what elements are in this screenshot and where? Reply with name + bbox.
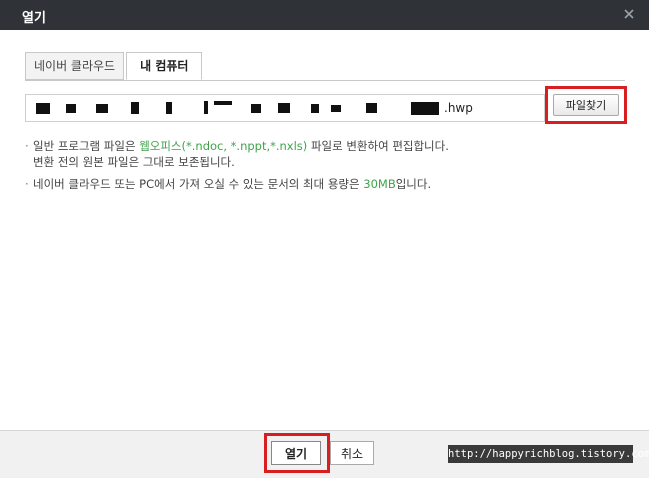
dialog-titlebar: 열기 bbox=[0, 0, 649, 30]
blog-watermark: http://happyrichblog.tistory.com bbox=[448, 445, 649, 463]
find-file-button[interactable]: 파일찾기 bbox=[553, 94, 619, 116]
source-tabs: 네이버 클라우드 내 컴퓨터 bbox=[25, 52, 203, 80]
info-notes: · 일반 프로그램 파일은 웹오피스(*.ndoc, *.nppt,*.nxls… bbox=[25, 138, 625, 198]
file-path-field[interactable]: .hwp bbox=[25, 94, 545, 122]
info-item-conversion: · 일반 프로그램 파일은 웹오피스(*.ndoc, *.nppt,*.nxls… bbox=[25, 139, 449, 169]
file-select-row: .hwp 파일찾기 bbox=[25, 86, 627, 124]
bullet-icon: · bbox=[25, 177, 29, 191]
dialog-title: 열기 bbox=[22, 11, 46, 26]
max-size-value: 30MB bbox=[363, 177, 396, 191]
annotation-highlight-open: 열기 bbox=[264, 433, 330, 473]
file-extension: .hwp bbox=[444, 101, 473, 115]
tab-my-computer[interactable]: 내 컴퓨터 bbox=[126, 52, 203, 80]
dialog-footer: 열기 취소 http://happyrichblog.tistory.com bbox=[0, 430, 649, 478]
weboffice-formats: 웹오피스(*.ndoc, *.nppt,*.nxls) bbox=[139, 139, 308, 153]
dialog-body: 네이버 클라우드 내 컴퓨터 .hwp 파일찾기 · 일반 프로그램 파일은 웹… bbox=[0, 30, 649, 430]
cancel-button[interactable]: 취소 bbox=[330, 441, 374, 465]
close-icon[interactable] bbox=[621, 6, 637, 22]
tab-divider bbox=[25, 80, 625, 81]
info-item-max-size: · 네이버 클라우드 또는 PC에서 가져 오실 수 있는 문서의 최대 용량은… bbox=[25, 177, 432, 191]
annotation-highlight-find: 파일찾기 bbox=[545, 86, 627, 124]
bullet-icon: · bbox=[25, 139, 29, 153]
tab-naver-cloud[interactable]: 네이버 클라우드 bbox=[25, 52, 125, 80]
open-button[interactable]: 열기 bbox=[271, 441, 321, 465]
